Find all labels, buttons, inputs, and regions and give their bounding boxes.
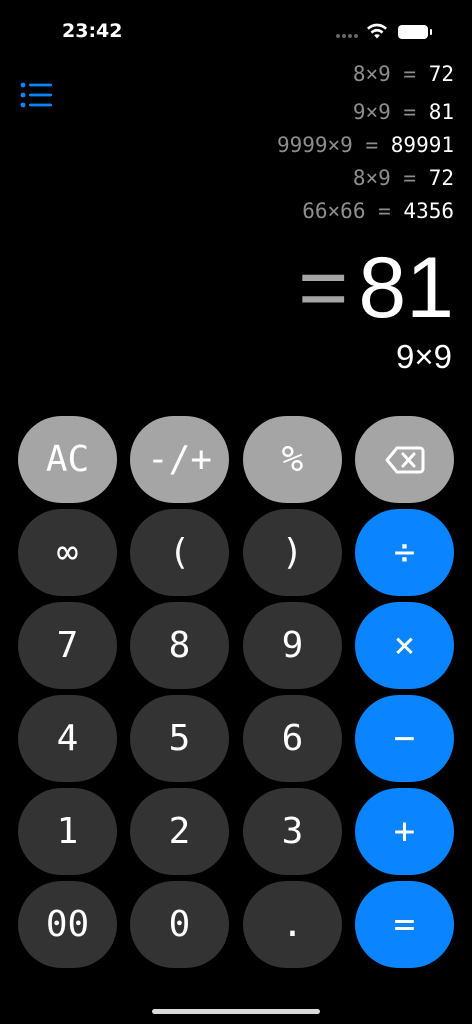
result-value: 81 [358,240,454,336]
status-bar: 23:42 [0,0,472,60]
infinity-button[interactable]: ∞ [18,509,117,596]
history-result: 81 [428,100,454,124]
digit-2-button[interactable]: 2 [130,788,229,875]
plus-label: + [393,811,416,852]
percent-button[interactable]: % [243,416,342,503]
negate-label: -/+ [146,439,213,480]
digit-6-label: 6 [281,718,304,759]
digit-2-label: 2 [168,811,191,852]
history-result: 72 [428,166,454,190]
multiply-label: × [393,625,416,666]
result-display: = 81 [298,238,454,338]
digit-4-label: 4 [56,718,79,759]
history-expression: 66×66 = [302,199,391,223]
history-result: 89991 [390,133,454,157]
digit-0-button[interactable]: 0 [130,881,229,968]
multiply-button[interactable]: × [355,602,454,689]
history-list[interactable]: 8×9 = 72 9×9 = 81 9999×9 = 89991 8×9 = 7… [14,60,454,230]
open-paren-button[interactable]: ( [130,509,229,596]
divide-label: ÷ [393,532,416,573]
digit-3-label: 3 [281,811,304,852]
digit-5-label: 5 [168,718,191,759]
history-result: 72 [428,62,454,86]
percent-label: % [281,439,304,480]
open-paren-label: ( [168,532,191,573]
status-time: 23:42 [62,20,123,42]
minus-label: − [393,718,416,759]
close-paren-label: ) [281,532,304,573]
digit-9-button[interactable]: 9 [243,602,342,689]
decimal-label: . [281,904,304,945]
digit-5-button[interactable]: 5 [130,695,229,782]
double-zero-label: 00 [45,904,90,945]
history-expression: 8×9 = [352,62,417,86]
digit-9-label: 9 [281,625,304,666]
digit-1-button[interactable]: 1 [18,788,117,875]
digit-1-label: 1 [56,811,79,852]
divide-button[interactable]: ÷ [355,509,454,596]
ac-button[interactable]: AC [18,416,117,503]
backspace-button[interactable] [355,416,454,503]
digit-8-button[interactable]: 8 [130,602,229,689]
current-expression: 9×9 [396,338,452,375]
minus-button[interactable]: − [355,695,454,782]
wifi-icon [367,23,387,39]
decimal-button[interactable]: . [243,881,342,968]
cellular-signal-icon [336,34,358,38]
equals-label: = [393,904,416,945]
battery-icon [398,25,432,39]
delete-left-icon [385,446,424,473]
home-indicator[interactable] [152,1009,320,1014]
double-zero-button[interactable]: 00 [18,881,117,968]
digit-0-label: 0 [168,904,191,945]
plus-button[interactable]: + [355,788,454,875]
infinity-label: ∞ [56,532,79,573]
digit-3-button[interactable]: 3 [243,788,342,875]
digit-7-button[interactable]: 7 [18,602,117,689]
negate-button[interactable]: -/+ [130,416,229,503]
result-equals-sign: = [298,240,349,336]
equals-button[interactable]: = [355,881,454,968]
history-item[interactable]: 8×9 = 72 [353,166,454,190]
history-expression: 8×9 = [352,166,417,190]
digit-7-label: 7 [56,625,79,666]
digit-8-label: 8 [168,625,191,666]
history-item[interactable]: 8×9 = 72 [353,62,454,86]
history-expression: 9×9 = [352,100,417,124]
history-item[interactable]: 66×66 = 4356 [302,199,454,223]
history-item[interactable]: 9999×9 = 89991 [277,133,454,157]
history-result: 4356 [403,199,454,223]
ac-label: AC [45,439,90,480]
history-expression: 9999×9 = [276,133,379,157]
digit-6-button[interactable]: 6 [243,695,342,782]
history-item[interactable]: 9×9 = 81 [353,100,454,124]
close-paren-button[interactable]: ) [243,509,342,596]
digit-4-button[interactable]: 4 [18,695,117,782]
